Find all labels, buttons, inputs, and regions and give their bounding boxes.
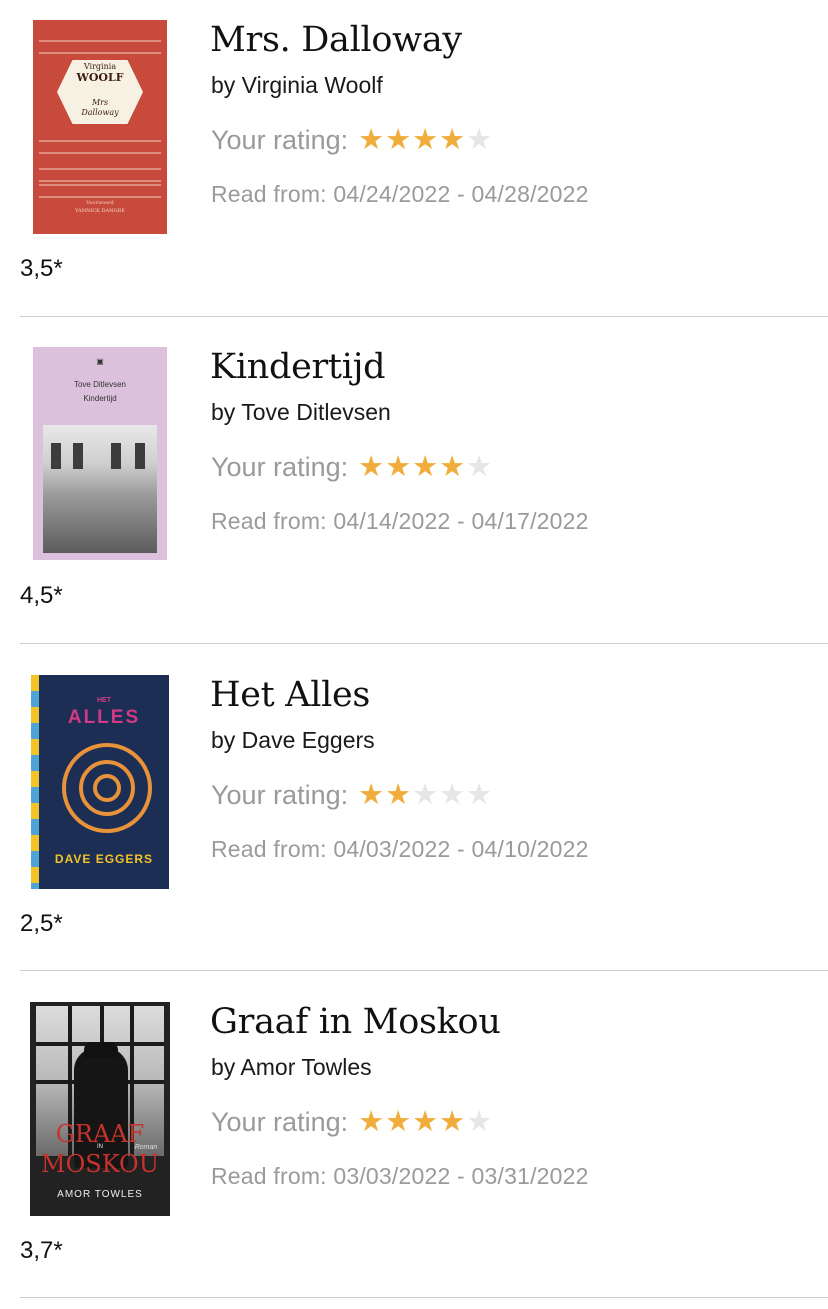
cover-text: Kindertijd [83,394,117,403]
score-note: 3,7* [20,1237,63,1264]
cover-ornament [39,184,161,198]
star-filled-icon[interactable]: ★ [385,124,412,156]
rating-row: Your rating: ★★★★★ [211,449,493,484]
rating-label: Your rating: [211,125,349,155]
divider [20,1297,828,1298]
read-dates: Read from: 04/14/2022 - 04/17/2022 [211,508,589,534]
cover-text: Tove Ditlevsen [73,380,127,389]
star-filled-icon[interactable]: ★ [439,1106,466,1138]
star-filled-icon[interactable]: ★ [385,779,412,811]
score-note: 2,5* [20,910,63,937]
cover-text: Roman [134,1144,158,1151]
star-filled-icon[interactable]: ★ [439,451,466,483]
divider [20,316,828,317]
book-title[interactable]: Graaf in Moskou [210,1002,501,1042]
star-filled-icon[interactable]: ★ [412,451,439,483]
star-empty-icon[interactable]: ★ [466,451,493,483]
cover-ornament [39,168,161,182]
cover-logo: ▣ [96,357,104,366]
star-rating[interactable]: ★★★★★ [358,122,493,157]
divider [20,970,828,971]
book-title[interactable]: Mrs. Dalloway [210,20,462,60]
star-empty-icon[interactable]: ★ [466,779,493,811]
cover-text: HET [97,697,111,704]
star-filled-icon[interactable]: ★ [412,1106,439,1138]
read-dates: Read from: 04/03/2022 - 04/10/2022 [211,836,589,862]
rating-label: Your rating: [211,452,349,482]
star-empty-icon[interactable]: ★ [466,1106,493,1138]
book-cover[interactable]: ▣ Tove Ditlevsen Kindertijd [33,347,167,560]
star-filled-icon[interactable]: ★ [358,451,385,483]
read-dates: Read from: 03/03/2022 - 03/31/2022 [211,1163,589,1189]
cover-text: DAVE EGGERS [54,852,154,866]
cover-text: YANNICK DANGRE [75,208,125,214]
cover-photo [43,425,157,553]
book-cover[interactable]: HET ALLES DAVE EGGERS [31,675,169,889]
rating-label: Your rating: [211,1107,349,1137]
cover-ornament [39,140,161,154]
hat-icon [84,1042,118,1058]
star-empty-icon[interactable]: ★ [466,124,493,156]
cover-spine [31,675,39,889]
star-filled-icon[interactable]: ★ [358,779,385,811]
book-title[interactable]: Kindertijd [210,347,386,387]
star-rating[interactable]: ★★★★★ [358,777,493,812]
star-rating[interactable]: ★★★★★ [358,1104,493,1139]
cover-text: ALLES [67,707,141,728]
book-entry[interactable]: HET ALLES DAVE EGGERS Het Alles by Dave … [0,655,828,982]
star-filled-icon[interactable]: ★ [358,1106,385,1138]
score-note: 3,5* [20,255,63,282]
rating-label: Your rating: [211,780,349,810]
cover-text: Dalloway [81,108,119,117]
star-empty-icon[interactable]: ★ [439,779,466,811]
rating-row: Your rating: ★★★★★ [211,1104,493,1139]
divider [20,643,828,644]
star-filled-icon[interactable]: ★ [358,124,385,156]
cover-text: MOSKOU [41,1150,159,1178]
read-dates: Read from: 04/24/2022 - 04/28/2022 [211,181,589,207]
cover-text: WOOLF [76,71,124,84]
star-filled-icon[interactable]: ★ [385,451,412,483]
score-note: 4,5* [20,582,63,609]
book-title[interactable]: Het Alles [210,675,370,715]
book-entry[interactable]: ▣ Tove Ditlevsen Kindertijd Kindertijd b… [0,327,828,654]
book-author[interactable]: by Dave Eggers [211,727,375,754]
book-author[interactable]: by Tove Ditlevsen [211,399,391,426]
star-rating[interactable]: ★★★★★ [358,449,493,484]
rating-row: Your rating: ★★★★★ [211,777,493,812]
book-author[interactable]: by Amor Towles [211,1054,372,1081]
star-empty-icon[interactable]: ★ [412,779,439,811]
star-filled-icon[interactable]: ★ [412,124,439,156]
star-filled-icon[interactable]: ★ [385,1106,412,1138]
book-cover[interactable]: GRAAF IN MOSKOU Roman AMOR TOWLES [30,1002,170,1216]
book-entry[interactable]: GRAAF IN MOSKOU Roman AMOR TOWLES Graaf … [0,982,828,1309]
cover-ornament [39,40,161,54]
rating-row: Your rating: ★★★★★ [211,122,493,157]
book-cover[interactable]: Virginia WOOLF Mrs Dalloway Voorwoord YA… [33,20,167,234]
cover-text: Voorwoord [86,200,114,206]
cover-text: Mrs [91,98,109,107]
star-filled-icon[interactable]: ★ [439,124,466,156]
book-entry[interactable]: Virginia WOOLF Mrs Dalloway Voorwoord YA… [0,0,828,327]
book-author[interactable]: by Virginia Woolf [211,72,383,99]
cover-text: AMOR TOWLES [57,1189,143,1200]
cover-text: Virginia [83,62,117,71]
